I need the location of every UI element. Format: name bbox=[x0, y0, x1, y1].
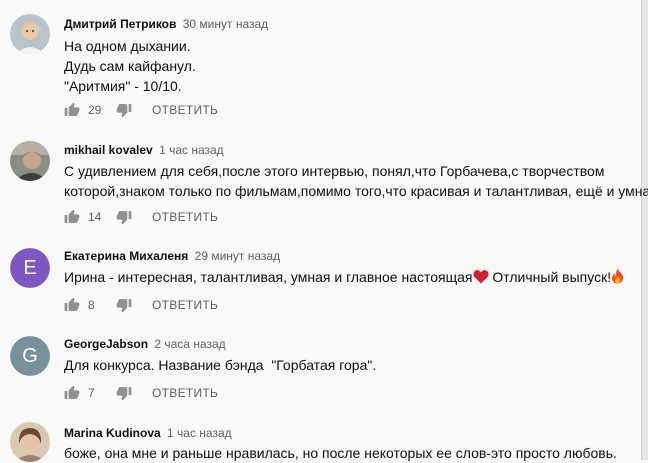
thumbs-down-icon[interactable] bbox=[116, 102, 132, 118]
like-count: 8 bbox=[88, 298, 95, 312]
avatar-letter: G bbox=[22, 344, 38, 367]
avatar[interactable] bbox=[10, 141, 50, 181]
comment-line: которой,знаком только по фильмам,помимо … bbox=[64, 183, 648, 199]
comment-author[interactable]: GeorgeJabson bbox=[64, 337, 148, 351]
comment-thread: Е Екатерина Михаленя 29 минут назад Ирин… bbox=[0, 240, 640, 325]
comment-time[interactable]: 1 час назад bbox=[167, 426, 232, 440]
comment-text: боже, она мне и раньше нравилась, но пос… bbox=[64, 443, 617, 463]
fire-emoji-icon bbox=[611, 268, 624, 289]
thumbs-up-icon[interactable] bbox=[64, 297, 80, 313]
comment-text-part: Отличный выпуск! bbox=[488, 269, 612, 285]
thumbs-down-icon[interactable] bbox=[116, 297, 132, 313]
thumbs-down-icon[interactable] bbox=[116, 385, 132, 401]
like-count: 7 bbox=[88, 386, 95, 400]
comment-text: На одном дыхании. Дудь сам кайфанул. "Ар… bbox=[64, 36, 196, 96]
comment-line: Дудь сам кайфанул. bbox=[64, 58, 196, 74]
comment-thread: G GeorgeJabson 2 часа назад Для конкурса… bbox=[0, 328, 640, 413]
comment-line: С удивлением для себя,после этого интерв… bbox=[64, 163, 605, 179]
thumbs-up-icon[interactable] bbox=[64, 209, 80, 225]
comment-author[interactable]: mikhail kovalev bbox=[64, 143, 153, 157]
comment-line: На одном дыхании. bbox=[64, 38, 191, 54]
comment-thread: Дмитрий Петриков 30 минут назад На одном… bbox=[0, 0, 640, 125]
avatar[interactable] bbox=[10, 14, 50, 54]
comment-author[interactable]: Екатерина Михаленя bbox=[64, 249, 188, 263]
avatar[interactable]: Е bbox=[10, 248, 50, 288]
comment-text: Ирина - интересная, талантливая, умная и… bbox=[64, 267, 624, 289]
comment-time[interactable]: 30 минут назад bbox=[183, 17, 268, 31]
comment-line: "Аритмия" - 10/10. bbox=[64, 78, 182, 94]
avatar-letter: Е bbox=[23, 256, 37, 279]
comment-line: Для конкурса. Название бэнда "Горбатая г… bbox=[64, 357, 377, 373]
comment-thread: mikhail kovalev 1 час назад С удивлением… bbox=[0, 135, 648, 235]
comment-time[interactable]: 29 минут назад bbox=[195, 249, 280, 263]
thumbs-up-icon[interactable] bbox=[64, 102, 80, 118]
comment-text-part: Ирина - интересная, талантливая, умная и… bbox=[64, 269, 473, 285]
comment-time[interactable]: 2 часа назад bbox=[154, 337, 225, 351]
comment-author[interactable]: Marina Kudinova bbox=[64, 426, 161, 440]
reply-button[interactable]: ОТВЕТИТЬ bbox=[152, 298, 218, 312]
avatar[interactable]: G bbox=[10, 336, 50, 376]
heart-emoji-icon bbox=[472, 269, 489, 289]
comment-text: С удивлением для себя,после этого интерв… bbox=[64, 161, 648, 201]
like-count: 14 bbox=[88, 210, 102, 224]
like-count: 29 bbox=[88, 103, 102, 117]
avatar[interactable] bbox=[10, 422, 50, 462]
reply-button[interactable]: ОТВЕТИТЬ bbox=[152, 386, 218, 400]
reply-button[interactable]: ОТВЕТИТЬ bbox=[152, 210, 218, 224]
reply-button[interactable]: ОТВЕТИТЬ bbox=[152, 103, 218, 117]
comment-author[interactable]: Дмитрий Петриков bbox=[64, 17, 176, 31]
comment-line: боже, она мне и раньше нравилась, но пос… bbox=[64, 445, 617, 461]
thumbs-up-icon[interactable] bbox=[64, 385, 80, 401]
comment-time[interactable]: 1 час назад bbox=[159, 143, 224, 157]
comment-text: Для конкурса. Название бэнда "Горбатая г… bbox=[64, 355, 376, 375]
window-edge bbox=[641, 0, 648, 460]
thumbs-down-icon[interactable] bbox=[116, 209, 132, 225]
comment-thread: Marina Kudinova 1 час назад боже, она мн… bbox=[0, 414, 640, 463]
